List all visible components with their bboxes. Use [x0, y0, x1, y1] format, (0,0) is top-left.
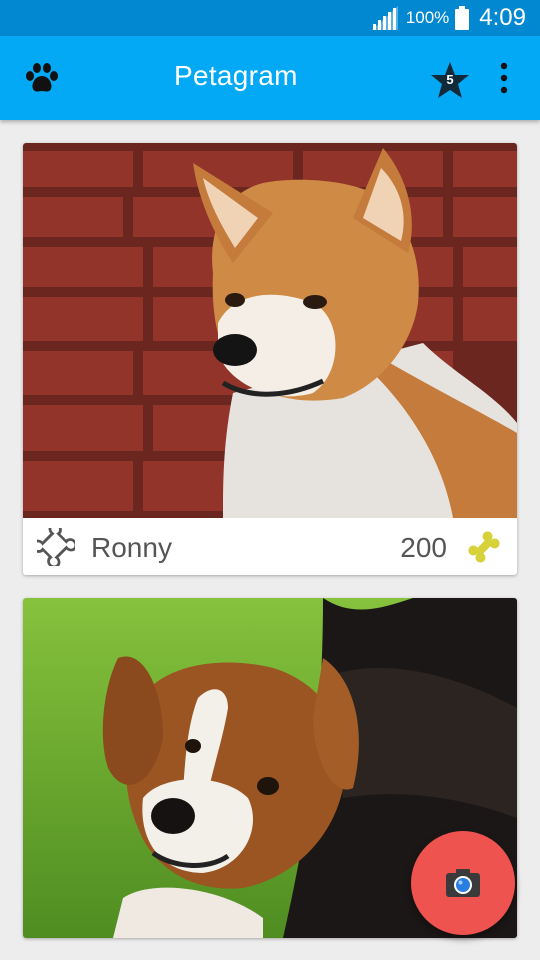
take-photo-button[interactable] — [411, 831, 515, 935]
paw-icon[interactable] — [24, 62, 60, 94]
app-bar: Petagram 5 — [0, 36, 540, 120]
favorites-button[interactable]: 5 — [430, 60, 470, 100]
bone-icon — [468, 531, 500, 563]
status-bar: 100% 4:09 — [0, 0, 540, 36]
pet-card[interactable]: Ronny 200 — [23, 143, 517, 575]
overflow-menu-icon[interactable] — [492, 58, 516, 98]
pet-card-footer: Ronny 200 — [23, 518, 517, 575]
camera-icon — [446, 869, 480, 897]
app-title: Petagram — [174, 60, 298, 91]
signal-icon — [371, 6, 398, 30]
clock: 4:09 — [479, 4, 526, 31]
bone-outline-icon[interactable] — [37, 528, 75, 566]
battery-icon — [455, 6, 470, 30]
favorites-badge: 5 — [446, 72, 454, 87]
pet-name: Ronny — [91, 532, 172, 563]
battery-percent: 100% — [405, 8, 450, 27]
pet-photo — [23, 143, 517, 518]
pet-rating: 200 — [400, 532, 447, 563]
